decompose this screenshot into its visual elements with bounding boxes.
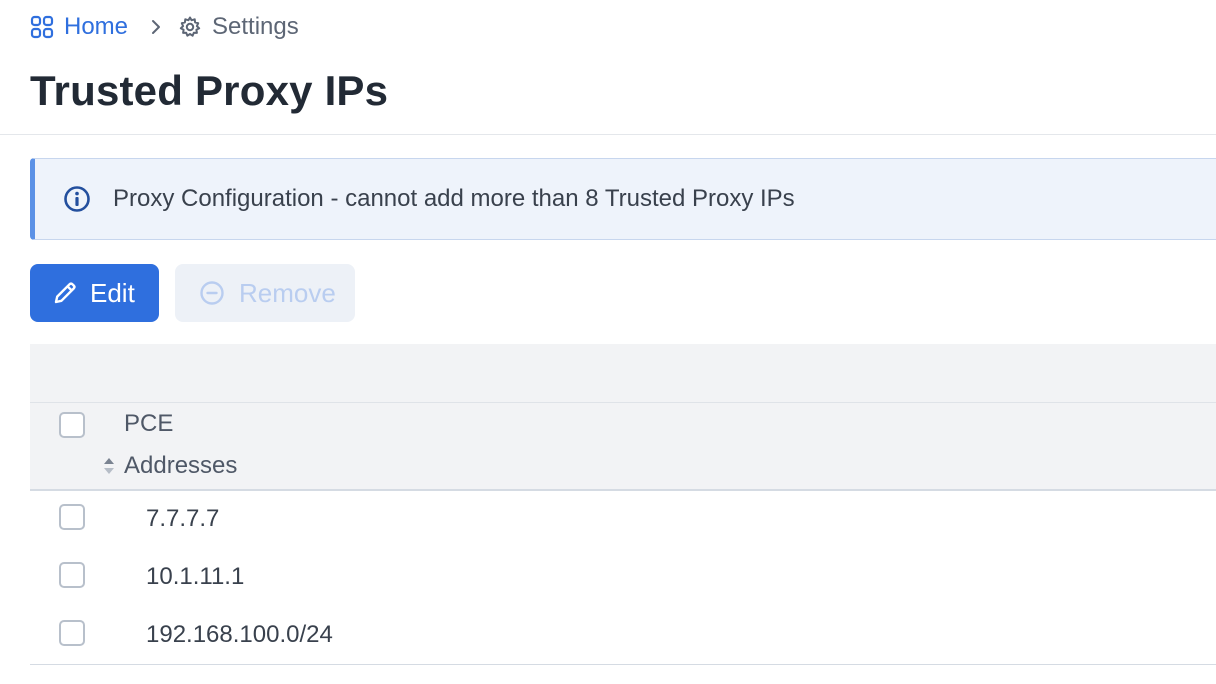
grid-body: 7.7.7.7 10.1.11.1 192.168.100.0/24 xyxy=(30,491,1216,665)
pencil-icon xyxy=(54,282,76,304)
breadcrumb-home-link[interactable]: Home xyxy=(30,13,128,41)
row-checkbox[interactable] xyxy=(59,504,85,530)
table-row[interactable]: 7.7.7.7 xyxy=(30,491,1216,549)
title-divider xyxy=(0,134,1216,135)
page-title: Trusted Proxy IPs xyxy=(30,67,389,114)
breadcrumb: Home Settings xyxy=(30,10,299,44)
remove-button[interactable]: Remove xyxy=(175,264,355,322)
info-circle-icon xyxy=(63,185,91,213)
edit-button-label: Edit xyxy=(90,277,135,308)
grid-icon xyxy=(30,15,54,39)
info-banner: Proxy Configuration - cannot add more th… xyxy=(30,158,1216,240)
toolbar: Edit Remove xyxy=(30,264,355,322)
breadcrumb-settings: Settings xyxy=(178,13,299,41)
gear-icon xyxy=(179,16,201,37)
grid-header: PCE Addresses xyxy=(30,403,1216,491)
grid-topbar xyxy=(30,344,1216,403)
breadcrumb-home-label: Home xyxy=(64,13,129,40)
column-header-pce-addresses[interactable]: PCE Addresses xyxy=(104,409,238,481)
grid-bottom-border xyxy=(30,664,1216,665)
column-title: PCE xyxy=(124,410,174,437)
table-row[interactable]: 192.168.100.0/24 xyxy=(30,607,1216,665)
address-cell: 7.7.7.7 xyxy=(146,505,220,532)
select-all-checkbox[interactable] xyxy=(59,412,85,438)
edit-button[interactable]: Edit xyxy=(30,264,159,322)
address-cell: 10.1.11.1 xyxy=(146,563,245,590)
row-checkbox[interactable] xyxy=(59,562,85,588)
address-cell: 192.168.100.0/24 xyxy=(146,621,333,648)
minus-circle-icon xyxy=(200,281,224,305)
chevron-right-icon xyxy=(150,18,162,36)
remove-button-label: Remove xyxy=(239,277,336,308)
banner-message: Proxy Configuration - cannot add more th… xyxy=(113,185,795,212)
table-row[interactable]: 10.1.11.1 xyxy=(30,549,1216,607)
breadcrumb-settings-label: Settings xyxy=(212,13,299,40)
column-subtitle: Addresses xyxy=(124,452,238,479)
row-checkbox[interactable] xyxy=(59,620,85,646)
sort-icon xyxy=(102,454,116,478)
